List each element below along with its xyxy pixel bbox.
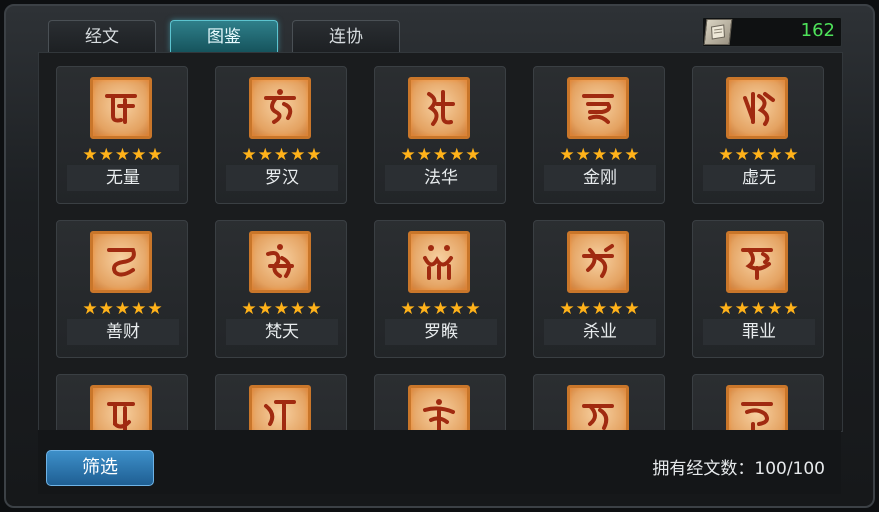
rune-icon-luohou xyxy=(408,231,470,293)
star-rating: ★★★★★ xyxy=(718,299,800,319)
owned-count-label: 拥有经文数：100/100 xyxy=(652,459,825,479)
tab-scriptures[interactable]: 经文 xyxy=(48,20,156,52)
rune-icon-wuliang xyxy=(90,77,152,139)
star-rating: ★★★★★ xyxy=(559,299,641,319)
rune-icon-xuwu xyxy=(726,77,788,139)
tab-codex[interactable]: 图鉴 xyxy=(170,20,278,52)
rune-icon-zuiye xyxy=(726,231,788,293)
card-luohou[interactable]: ★★★★★ 罗睺 xyxy=(374,220,506,358)
card-name: 无量 xyxy=(67,165,179,191)
star-rating: ★★★★★ xyxy=(241,299,323,319)
card-name: 梵天 xyxy=(226,319,338,345)
rune-icon-shancai xyxy=(90,231,152,293)
card-partial[interactable] xyxy=(692,374,824,431)
tab-synergy[interactable]: 连协 xyxy=(292,20,400,52)
card-xuwu[interactable]: ★★★★★ 虚无 xyxy=(692,66,824,204)
star-rating: ★★★★★ xyxy=(400,145,482,165)
card-wuliang[interactable]: ★★★★★ 无量 xyxy=(56,66,188,204)
card-partial[interactable] xyxy=(56,374,188,431)
star-rating: ★★★★★ xyxy=(718,145,800,165)
scroll-icon xyxy=(703,19,733,45)
star-rating: ★★★★★ xyxy=(241,145,323,165)
card-grid: ★★★★★ 无量 ★★★★★ 罗汉 ★★★★★ 法华 ★★★★★ 金刚 ★★★★… xyxy=(38,52,843,432)
star-rating: ★★★★★ xyxy=(82,299,164,319)
rune-icon xyxy=(726,385,788,431)
bottom-bar: 筛选 拥有经文数：100/100 xyxy=(38,430,841,494)
rune-icon xyxy=(90,385,152,431)
card-name: 罪业 xyxy=(703,319,815,345)
card-fahua[interactable]: ★★★★★ 法华 xyxy=(374,66,506,204)
card-luohan[interactable]: ★★★★★ 罗汉 xyxy=(215,66,347,204)
card-shaye[interactable]: ★★★★★ 杀业 xyxy=(533,220,665,358)
currency-display: 162 xyxy=(702,17,842,47)
rune-icon-fahua xyxy=(408,77,470,139)
rune-icon xyxy=(249,385,311,431)
star-rating: ★★★★★ xyxy=(82,145,164,165)
card-shancai[interactable]: ★★★★★ 善财 xyxy=(56,220,188,358)
card-name: 罗睺 xyxy=(385,319,497,345)
star-rating: ★★★★★ xyxy=(400,299,482,319)
card-fantian[interactable]: ★★★★★ 梵天 xyxy=(215,220,347,358)
rune-icon-luohan xyxy=(249,77,311,139)
card-partial[interactable] xyxy=(533,374,665,431)
card-name: 善财 xyxy=(67,319,179,345)
card-partial[interactable] xyxy=(215,374,347,431)
star-rating: ★★★★★ xyxy=(559,145,641,165)
rune-icon xyxy=(408,385,470,431)
rune-icon-fantian xyxy=(249,231,311,293)
rune-icon-jingang xyxy=(567,77,629,139)
card-name: 虚无 xyxy=(703,165,815,191)
card-zuiye[interactable]: ★★★★★ 罪业 xyxy=(692,220,824,358)
rune-icon-shaye xyxy=(567,231,629,293)
card-name: 罗汉 xyxy=(226,165,338,191)
card-jingang[interactable]: ★★★★★ 金刚 xyxy=(533,66,665,204)
tab-bar: 经文 图鉴 连协 xyxy=(48,20,400,52)
currency-count: 162 xyxy=(800,20,835,41)
card-name: 金刚 xyxy=(544,165,656,191)
card-name: 杀业 xyxy=(544,319,656,345)
filter-button[interactable]: 筛选 xyxy=(46,450,154,486)
rune-icon xyxy=(567,385,629,431)
card-name: 法华 xyxy=(385,165,497,191)
card-partial[interactable] xyxy=(374,374,506,431)
